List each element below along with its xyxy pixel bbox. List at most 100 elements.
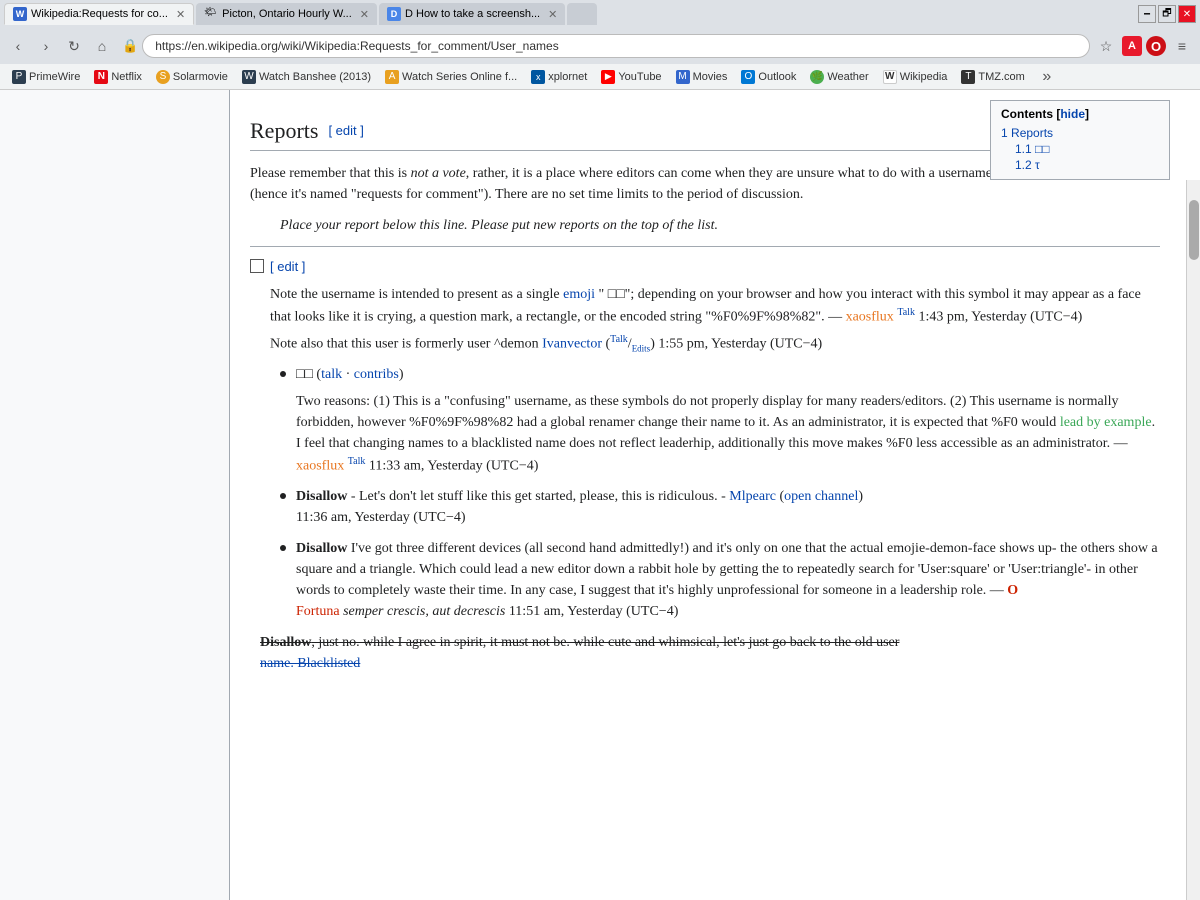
- ivanvector-talk[interactable]: Talk: [610, 334, 628, 345]
- bookmark-favicon-youtube: ▶: [601, 70, 615, 84]
- bookmark-primewire[interactable]: P PrimeWire: [6, 68, 86, 86]
- title-bar: W Wikipedia:Requests for co... ✕ 🌤 Picto…: [0, 0, 1200, 28]
- bookmark-label-tmz: TMZ.com: [978, 71, 1024, 83]
- opera-icon[interactable]: O: [1146, 36, 1166, 56]
- disallow3-extra[interactable]: name. Blacklisted: [260, 656, 360, 671]
- disallow2-text: I've got three different devices (all se…: [296, 541, 1158, 598]
- tab-label-screenshot: D How to take a screensh...: [405, 8, 540, 20]
- tab-close-wikipedia[interactable]: ✕: [176, 8, 185, 21]
- bookmark-netflix[interactable]: N Netflix: [88, 68, 148, 86]
- not-a-vote-text: not a vote: [411, 166, 466, 181]
- bookmark-label-netflix: Netflix: [111, 71, 142, 83]
- talk-link-1[interactable]: Talk: [897, 307, 915, 318]
- scrollbar[interactable]: [1186, 180, 1200, 900]
- toc-item-1-2[interactable]: 1.2 τ: [1001, 157, 1159, 173]
- lead-by-example-link[interactable]: lead by example: [1060, 415, 1152, 430]
- bullet-dot: [280, 371, 286, 377]
- bookmark-favicon-movies: M: [676, 70, 690, 84]
- lock-icon: 🔒: [122, 38, 138, 54]
- home-button[interactable]: ⌂: [90, 34, 114, 58]
- menu-icon[interactable]: ≡: [1170, 34, 1194, 58]
- toc-label-1: Reports: [1011, 126, 1053, 140]
- open-channel-link[interactable]: open channel: [784, 489, 858, 504]
- bookmark-favicon-watchseries: A: [385, 70, 399, 84]
- tab-close-screenshot[interactable]: ✕: [548, 8, 557, 21]
- horizontal-rule: [250, 246, 1160, 247]
- blockquote-para: Place your report below this line. Pleas…: [280, 215, 1160, 236]
- tab-label-wikipedia: Wikipedia:Requests for co...: [31, 8, 168, 20]
- bookmark-favicon-primewire: P: [12, 70, 26, 84]
- back-button[interactable]: ‹: [6, 34, 30, 58]
- address-bar: ‹ › ↻ ⌂ 🔒 ☆ A O ≡: [0, 28, 1200, 64]
- bookmark-outlook[interactable]: O Outlook: [735, 68, 802, 86]
- maximize-button[interactable]: 🗗: [1158, 5, 1176, 23]
- tab-new[interactable]: [567, 3, 597, 25]
- reload-button[interactable]: ↻: [62, 34, 86, 58]
- bookmarks-more-icon[interactable]: »: [1035, 65, 1059, 89]
- disallow1-text: - Let's don't let stuff like this get st…: [351, 489, 726, 504]
- bookmark-label-banshee: Watch Banshee (2013): [259, 71, 371, 83]
- disallow2-time: 11:51 am, Yesterday (UTC−4): [509, 604, 679, 619]
- bookmark-favicon-banshee: W: [242, 70, 256, 84]
- bookmark-label-wikipedia: Wikipedia: [900, 71, 948, 83]
- note1-time: 1:43 pm, Yesterday (UTC−4): [918, 310, 1082, 325]
- toc-label-1-1: □□: [1035, 142, 1050, 156]
- emoji-link[interactable]: emoji: [563, 287, 595, 302]
- bullet-content: □□ (talk · contribs) Two reasons: (1) Th…: [296, 364, 1160, 477]
- bookmark-label-solarmovie: Solarmovie: [173, 71, 228, 83]
- ivanvector-edits[interactable]: Edits: [632, 343, 651, 353]
- emoji-chars: □□: [604, 287, 624, 302]
- disallow1-content: Disallow - Let's don't let stuff like th…: [296, 486, 1160, 528]
- bookmark-weather[interactable]: 🌿 Weather: [804, 68, 874, 86]
- window-controls: 🗕 🗗 ✕: [1138, 5, 1196, 23]
- mlpearc-link[interactable]: Mlpearc: [729, 489, 776, 504]
- bookmark-favicon-netflix: N: [94, 70, 108, 84]
- toc-item-1[interactable]: 1 Reports: [1001, 125, 1159, 141]
- bookmark-favicon-xplornet: x: [531, 70, 545, 84]
- tab-weather[interactable]: 🌤 Picton, Ontario Hourly W... ✕: [196, 3, 377, 25]
- ivanvector-link[interactable]: Ivanvector: [542, 336, 602, 351]
- address-input[interactable]: [142, 34, 1090, 58]
- author-xaosflux-1[interactable]: xaosflux: [846, 310, 894, 325]
- tab-wikipedia[interactable]: W Wikipedia:Requests for co... ✕: [4, 3, 194, 25]
- bookmark-xplornet[interactable]: x xplornet: [525, 68, 593, 86]
- toolbar-icons: ☆ A O ≡: [1094, 34, 1194, 58]
- user-bullet-item: □□ (talk · contribs) Two reasons: (1) Th…: [280, 364, 1160, 477]
- bookmark-youtube[interactable]: ▶ YouTube: [595, 68, 667, 86]
- bookmark-favicon-wikipedia: W: [883, 70, 897, 84]
- note2-time: 1:55 pm, Yesterday (UTC−4): [658, 336, 822, 351]
- toc-item-1-1[interactable]: 1.1 □□: [1001, 141, 1159, 157]
- close-button[interactable]: ✕: [1178, 5, 1196, 23]
- left-sidebar: [0, 90, 230, 900]
- forward-button[interactable]: ›: [34, 34, 58, 58]
- bookmark-wikipedia[interactable]: W Wikipedia: [877, 68, 954, 86]
- bookmark-solarmovie[interactable]: S Solarmovie: [150, 68, 234, 86]
- tab-screenshot[interactable]: D D How to take a screensh... ✕: [379, 3, 565, 25]
- adblock-icon[interactable]: A: [1122, 36, 1142, 56]
- minimize-button[interactable]: 🗕: [1138, 5, 1156, 23]
- bookmark-star-icon[interactable]: ☆: [1094, 34, 1118, 58]
- scroll-thumb[interactable]: [1189, 200, 1199, 260]
- author-xaosflux-2[interactable]: xaosflux: [296, 458, 344, 473]
- section-title-reports: Reports: [250, 114, 318, 147]
- fortuna-link[interactable]: Fortuna: [296, 604, 340, 619]
- disallow2-content: Disallow I've got three different device…: [296, 538, 1160, 622]
- section-edit-link-reports[interactable]: [ edit ]: [328, 121, 363, 141]
- tab-close-weather[interactable]: ✕: [360, 8, 369, 21]
- wiki-content: Contents [hide] 1 Reports 1.1 □□ 1.2 τ R…: [0, 90, 1200, 900]
- user-contribs-link[interactable]: contribs: [354, 367, 399, 382]
- o-fortuna-o: O: [1007, 583, 1018, 598]
- bookmark-tmz[interactable]: T TMZ.com: [955, 68, 1030, 86]
- tab-favicon-weather: 🌤: [204, 7, 218, 21]
- bookmark-label-xplornet: xplornet: [548, 71, 587, 83]
- user-talk-link[interactable]: talk: [321, 367, 342, 382]
- bookmark-watchseries[interactable]: A Watch Series Online f...: [379, 68, 523, 86]
- toc-hide-link[interactable]: hide: [1060, 107, 1085, 121]
- bookmark-banshee[interactable]: W Watch Banshee (2013): [236, 68, 377, 86]
- body-time: 11:33 am, Yesterday (UTC−4): [369, 458, 539, 473]
- bookmark-favicon-outlook: O: [741, 70, 755, 84]
- bookmark-movies[interactable]: M Movies: [670, 68, 734, 86]
- checkbox-edit-link[interactable]: [ edit ]: [270, 259, 305, 274]
- toc-label-1-2: τ: [1035, 158, 1040, 172]
- talk-link-2[interactable]: Talk: [348, 456, 366, 467]
